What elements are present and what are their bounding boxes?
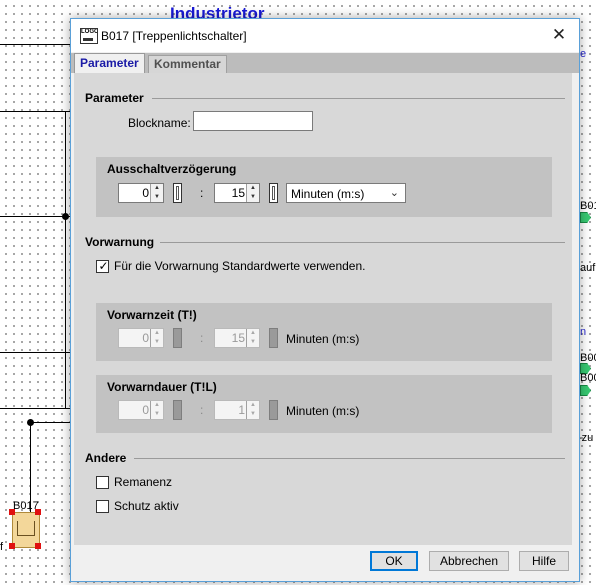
diagram-label: e [580,48,587,60]
blockname-input[interactable] [193,111,313,131]
junction-dot [62,213,69,220]
remanenz-label: Remanenz [114,475,173,489]
spin-buttons: ▲ ▼ [246,401,259,419]
tab-strip: Parameter Kommentar [71,53,579,74]
tab-parameter[interactable]: Parameter [74,53,145,74]
minutes-spinbox[interactable]: 0 ▲ ▼ [118,183,164,203]
default-values-label: Für die Vorwarnung Standardwerte verwend… [114,259,366,273]
time-unit-dropdown[interactable]: Minuten (m:s) ⌄ [286,183,406,203]
diagram-label: B001 [580,352,596,364]
dialog-titlebar[interactable]: LOGO B017 [Treppenlichtschalter] ✕ [71,19,579,52]
diagram-label: B004 [580,372,596,384]
seconds-spinbox[interactable]: 15 ▲ ▼ [214,183,260,203]
seconds-spinbox[interactable]: 15 ▲ ▼ [214,328,260,348]
dropdown-value: Minuten (m:s) [291,187,365,201]
wire [65,111,66,408]
spin-down-icon[interactable]: ▼ [247,193,259,202]
logo-app-icon: LOGO [80,28,98,44]
time-unit-label: Minuten (m:s) [286,404,360,418]
spin-value: 0 [142,331,149,345]
time-unit-label: Minuten (m:s) [286,332,360,346]
section-divider [160,242,565,243]
connector-icon [580,385,591,396]
junction-dot [27,419,34,426]
minutes-slider[interactable] [173,328,182,348]
spin-down-icon[interactable]: ▼ [151,338,163,347]
group-title: Vorwarnzeit (T!) [107,308,197,322]
group-title: Ausschaltverzögerung [107,162,237,176]
spin-down-icon[interactable]: ▼ [151,193,163,202]
dialog-title: B017 [Treppenlichtschalter] [101,29,247,43]
chevron-down-icon: ⌄ [389,187,399,199]
resize-handle[interactable] [9,543,15,549]
cancel-button[interactable]: Abbrechen [429,551,509,571]
section-title-andere: Andere [85,451,127,465]
tab-content: Parameter Blockname: Ausschaltverzögerun… [74,73,572,545]
ok-button[interactable]: OK [370,551,418,571]
schutz-aktiv-checkbox[interactable] [96,500,109,513]
group-title: Vorwarndauer (T!L) [107,380,217,394]
spin-buttons: ▲ ▼ [150,401,163,419]
seconds-slider[interactable] [269,183,278,203]
diagram-label: auf [580,262,596,274]
spin-down-icon[interactable]: ▼ [247,338,259,347]
group-ausschaltverzoegerung: Ausschaltverzögerung 0 ▲ ▼ : 15 ▲ ▼ Minu… [96,157,552,217]
wire [30,422,70,423]
spin-value: 15 [231,331,245,345]
spin-buttons: ▲ ▼ [150,329,163,347]
block-side-label: f [0,541,4,553]
time-separator: : [200,403,204,417]
wire [0,352,70,353]
spin-value: 15 [231,186,245,200]
spin-down-icon[interactable]: ▼ [151,410,163,419]
parameter-dialog: LOGO B017 [Treppenlichtschalter] ✕ Param… [70,18,580,582]
spin-value: 0 [142,403,149,417]
wire [0,216,70,217]
section-title-vorwarnung: Vorwarnung [85,235,155,249]
minutes-spinbox[interactable]: 0 ▲ ▼ [118,328,164,348]
spin-value: 0 [142,186,149,200]
time-separator: : [200,186,204,200]
spin-buttons: ▲ ▼ [150,184,163,202]
wire [0,111,70,112]
diagram-label: n [580,326,587,338]
tab-kommentar[interactable]: Kommentar [148,55,227,74]
resize-handle[interactable] [35,543,41,549]
blockname-label: Blockname: [128,116,191,130]
dialog-footer: OK Abbrechen Hilfe [71,545,579,581]
remanenz-checkbox[interactable] [96,476,109,489]
wire [0,44,70,45]
minutes-spinbox[interactable]: 0 ▲ ▼ [118,400,164,420]
section-divider [152,98,565,99]
group-vorwarnzeit: Vorwarnzeit (T!) 0 ▲ ▼ : 15 ▲ ▼ Minuten … [96,303,552,361]
schutz-aktiv-label: Schutz aktiv [114,499,179,513]
minutes-slider[interactable] [173,183,182,203]
diagram-label: -zu [578,432,594,444]
section-divider [134,458,565,459]
seconds-slider[interactable] [269,328,278,348]
block-symbol-icon [17,521,35,536]
help-button[interactable]: Hilfe [519,551,569,571]
default-values-checkbox[interactable]: ✓ [96,259,109,273]
connector-icon [580,212,591,223]
wire [0,408,70,409]
spin-down-icon[interactable]: ▼ [247,410,259,419]
seconds-spinbox[interactable]: 1 ▲ ▼ [214,400,260,420]
section-title-parameter: Parameter [85,91,144,105]
time-separator: : [200,331,204,345]
spin-buttons: ▲ ▼ [246,184,259,202]
spin-buttons: ▲ ▼ [246,329,259,347]
spin-value: 1 [238,403,245,417]
minutes-slider[interactable] [173,400,182,420]
group-vorwarndauer: Vorwarndauer (T!L) 0 ▲ ▼ : 1 ▲ ▼ Minuten… [96,375,552,433]
seconds-slider[interactable] [269,400,278,420]
check-icon: ✓ [98,259,109,273]
resize-handle[interactable] [9,509,15,515]
diagram-label: B013 [580,200,596,212]
close-icon[interactable]: ✕ [549,25,569,45]
resize-handle[interactable] [35,509,41,515]
